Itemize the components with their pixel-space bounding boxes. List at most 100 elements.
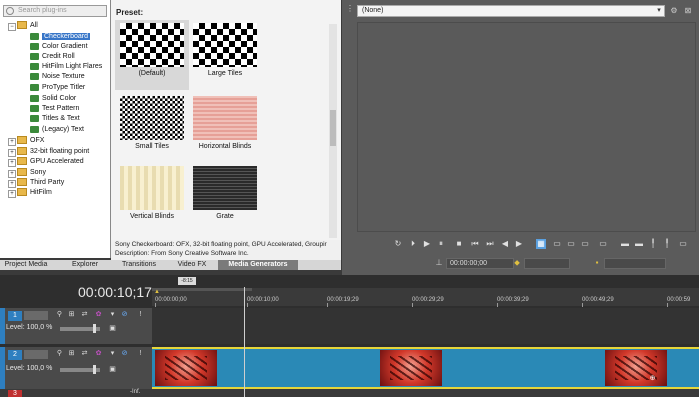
preset-small-tiles[interactable]: Small Tiles: [115, 93, 189, 163]
tree-folder-third-party[interactable]: Third Party: [17, 178, 64, 188]
playhead-cursor[interactable]: [244, 287, 245, 397]
gear-icon[interactable]: ⚙: [669, 6, 679, 16]
video-clip[interactable]: [155, 350, 217, 386]
timeline-timecode: 00:00:10;17: [78, 284, 152, 300]
expand-icon[interactable]: +: [8, 149, 16, 157]
track-name-field[interactable]: [24, 311, 48, 320]
save-snapshot-icon[interactable]: ▭: [598, 239, 608, 249]
expand-icon[interactable]: +: [8, 138, 16, 146]
split-view-icon[interactable]: ▭: [552, 239, 562, 249]
solo-icon[interactable]: !: [136, 349, 145, 358]
mute-icon[interactable]: ⊘: [120, 349, 129, 358]
expand-icon[interactable]: +: [8, 159, 16, 167]
mute-icon[interactable]: ⊘: [120, 310, 129, 319]
expand-icon[interactable]: +: [8, 190, 16, 198]
tree-item-label: Credit Roll: [42, 53, 75, 60]
video-clip[interactable]: [380, 350, 442, 386]
tab-video-fx[interactable]: Video FX: [170, 260, 214, 270]
tree-item-checkerboard[interactable]: Checkerboard: [30, 32, 90, 42]
tree-item-solid-color[interactable]: Solid Color: [30, 94, 76, 104]
timeline-marker[interactable]: -8:15: [178, 277, 196, 285]
preset-large-tiles[interactable]: Large Tiles: [188, 20, 262, 90]
tree-folder-label: Third Party: [30, 179, 65, 186]
tree-item-legacy-text[interactable]: (Legacy) Text: [30, 125, 84, 135]
grid-view-icon[interactable]: ▦: [536, 239, 546, 249]
collapse-icon[interactable]: −: [8, 23, 16, 31]
close-icon[interactable]: ⊠: [683, 6, 693, 16]
expand-icon[interactable]: +: [8, 170, 16, 178]
play-from-start-icon[interactable]: ⏵: [408, 239, 418, 249]
automation-icon[interactable]: ⚲: [55, 310, 64, 319]
compositing-icon[interactable]: ✿: [94, 349, 103, 358]
region-icon[interactable]: ╿: [662, 239, 672, 249]
chevron-down-icon[interactable]: ▾: [654, 6, 664, 16]
automation-icon[interactable]: ⚲: [55, 349, 64, 358]
stop-icon[interactable]: ■: [454, 239, 464, 249]
tree-folder-hitfilm[interactable]: HitFilm: [17, 188, 52, 198]
video-clip[interactable]: [605, 350, 667, 386]
prev-frame-icon[interactable]: ◀: [500, 239, 510, 249]
solo-icon[interactable]: !: [136, 310, 145, 319]
preview-device-select[interactable]: (None): [357, 5, 665, 17]
preset-default[interactable]: (Default): [115, 20, 189, 90]
go-to-end-icon[interactable]: ⏭: [485, 239, 495, 249]
tree-item-label: (Legacy) Text: [42, 126, 84, 133]
track-settings-icon[interactable]: ▣: [108, 365, 117, 374]
marker-icon[interactable]: ╿: [648, 239, 658, 249]
preset-vertical-blinds[interactable]: Vertical Blinds: [115, 163, 189, 233]
motion-icon[interactable]: ⇄: [80, 310, 89, 319]
level-slider-handle[interactable]: [93, 365, 96, 374]
overlay-icon[interactable]: ▭: [566, 239, 576, 249]
tree-folder-32bit[interactable]: 32-bit floating point: [17, 147, 89, 157]
tree-root-all[interactable]: All: [17, 21, 38, 31]
tree-folder-ofx[interactable]: OFX: [17, 136, 44, 146]
preset-grate[interactable]: Grate: [188, 163, 262, 233]
play-icon[interactable]: ▶: [422, 239, 432, 249]
fx-icon[interactable]: ⊞: [67, 349, 76, 358]
tree-folder-gpu[interactable]: GPU Accelerated: [17, 157, 84, 167]
track-name-field[interactable]: [24, 350, 48, 359]
compositing-icon[interactable]: ✿: [94, 310, 103, 319]
tree-item-titles-text[interactable]: Titles & Text: [30, 114, 80, 124]
folder-icon: [17, 157, 27, 166]
fade-handle-icon[interactable]: ⊕: [648, 374, 657, 383]
preset-scrollbar-thumb[interactable]: [330, 110, 336, 146]
search-input[interactable]: Search plug-ins: [3, 5, 107, 17]
external-monitor-icon[interactable]: ▭: [678, 239, 688, 249]
channels-icon[interactable]: ▬: [634, 239, 644, 249]
loop-region-bar[interactable]: [152, 288, 252, 291]
level-slider-handle[interactable]: [93, 324, 96, 333]
track-menu-icon[interactable]: ▾: [108, 349, 117, 358]
ruler-label: 00:00:29;29: [412, 297, 444, 303]
tab-transitions[interactable]: Transitions: [114, 260, 164, 270]
tab-project-media[interactable]: Project Media: [0, 260, 52, 270]
description-line: Description: From Sony Creative Software…: [115, 250, 249, 257]
track-menu-icon[interactable]: ▾: [108, 310, 117, 319]
expand-icon[interactable]: +: [8, 180, 16, 188]
generator-icon: [30, 52, 39, 60]
fx-icon[interactable]: ⊞: [67, 310, 76, 319]
tab-explorer[interactable]: Explorer: [60, 260, 110, 270]
tree-item-noise-texture[interactable]: Noise Texture: [30, 72, 85, 82]
preset-thumbnail: [120, 23, 184, 67]
tree-item-protype-titler[interactable]: ProType Titler: [30, 83, 85, 93]
go-to-start-icon[interactable]: ⏮: [470, 239, 480, 249]
safe-areas-icon[interactable]: ▬: [620, 239, 630, 249]
loop-icon[interactable]: ↻: [393, 239, 403, 249]
preset-horizontal-blinds[interactable]: Horizontal Blinds: [188, 93, 262, 163]
tree-folder-sony[interactable]: Sony: [17, 168, 46, 178]
motion-icon[interactable]: ⇄: [80, 349, 89, 358]
tree-folder-label: HitFilm: [30, 189, 52, 196]
copy-snapshot-icon[interactable]: ▭: [580, 239, 590, 249]
tab-media-generators[interactable]: Media Generators: [218, 260, 298, 270]
tree-item-test-pattern[interactable]: Test Pattern: [30, 104, 79, 114]
track-lane-1[interactable]: [152, 308, 699, 344]
pause-icon[interactable]: ⏸: [436, 239, 446, 249]
tree-item-credit-roll[interactable]: Credit Roll: [30, 52, 75, 62]
track-number: 3: [8, 390, 22, 397]
tree-item-hitfilm-light-flares[interactable]: HitFilm Light Flares: [30, 62, 102, 72]
track-settings-icon[interactable]: ▣: [108, 324, 117, 333]
next-frame-icon[interactable]: ▶: [514, 239, 524, 249]
tree-item-color-gradient[interactable]: Color Gradient: [30, 42, 88, 52]
tree-item-label: Color Gradient: [42, 43, 88, 50]
